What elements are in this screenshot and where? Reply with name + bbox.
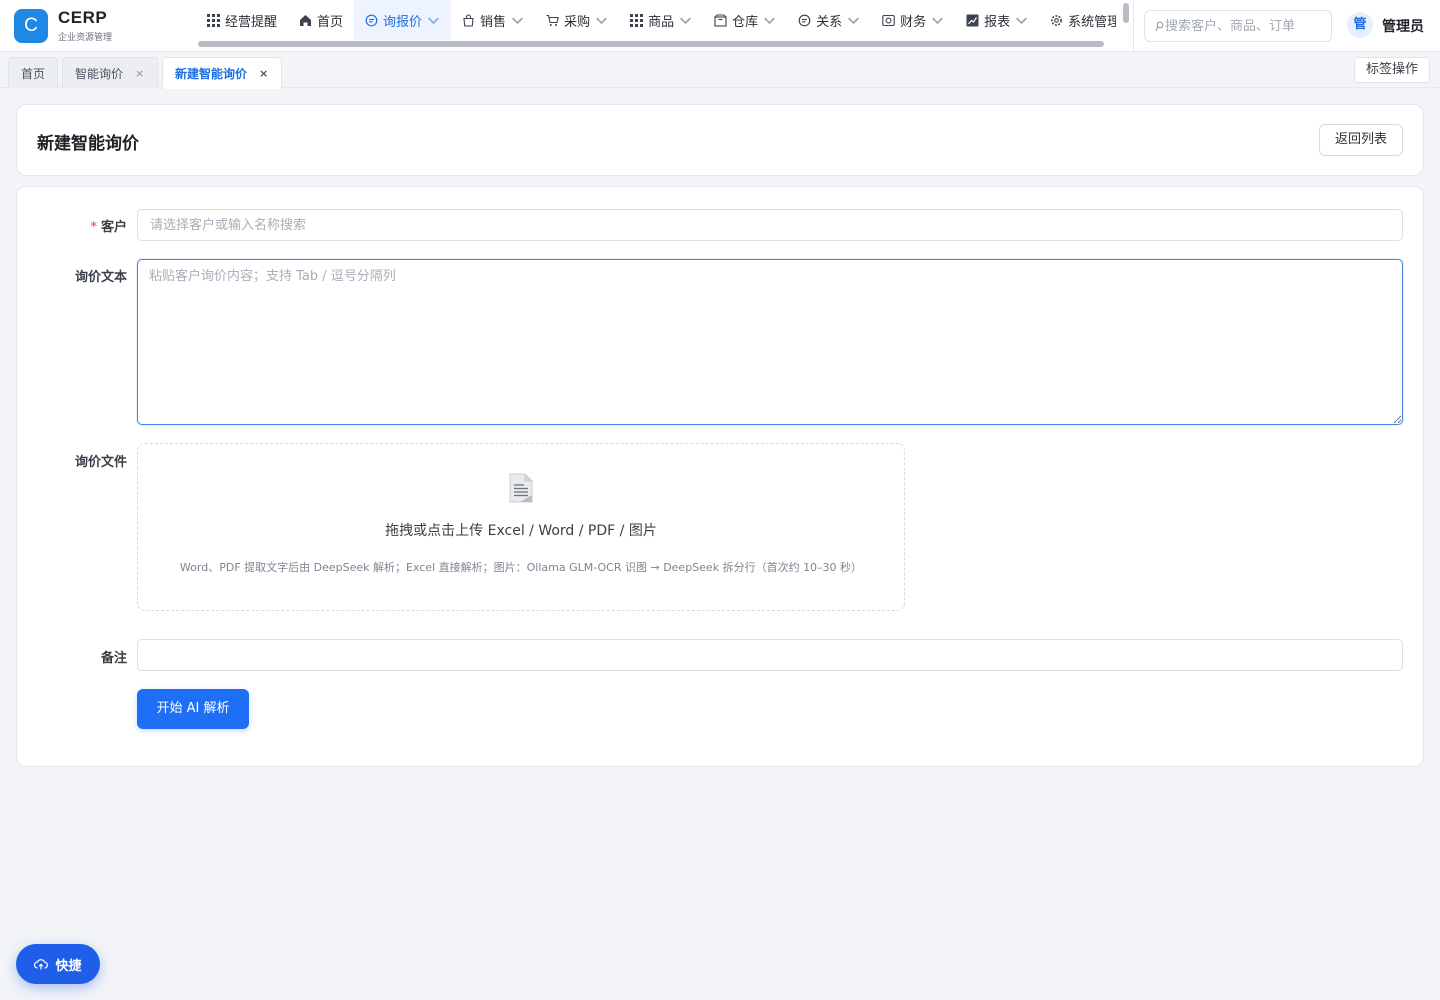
chevron-down-icon [848,16,860,24]
cloud-icon [34,959,49,970]
nav-item-label: 销售 [480,14,507,30]
nav-item-relations[interactable]: 关系 [787,0,871,40]
remark-input[interactable] [137,639,1403,671]
nav-horizontal-scrollbar[interactable] [196,40,1108,48]
tab-new-smart-inquiry[interactable]: 新建智能询价 × [162,57,282,89]
nav-item-reminders[interactable]: 经营提醒 [196,0,288,40]
chevron-down-icon [596,16,608,24]
page-header-card: 新建智能询价 返回列表 [16,104,1424,176]
nav-item-label: 采购 [564,14,591,30]
tab-label: 首页 [21,66,46,81]
warehouse-icon [714,13,727,27]
nav-item-label: 仓库 [732,14,759,30]
back-to-list-button[interactable]: 返回列表 [1319,124,1403,156]
nav-item-label: 经营提醒 [225,14,278,30]
chat-icon [798,14,811,26]
quick-label: 快捷 [55,958,82,974]
gear-icon [1051,14,1063,26]
nav-vertical-scrollbar[interactable] [1123,3,1129,23]
remark-label: 备注 [100,651,127,666]
chevron-down-icon [680,16,692,24]
bag-icon [463,13,474,27]
chevron-down-icon [1016,16,1028,24]
close-icon[interactable]: × [135,67,144,80]
nav-item-label: 首页 [317,14,344,30]
tab-operations-button[interactable]: 标签操作 [1354,57,1430,83]
required-mark: * [90,220,97,235]
chat-icon [365,14,378,26]
chevron-down-icon [932,16,944,24]
user-name[interactable]: 管理员 [1382,16,1424,36]
document-icon [509,473,533,503]
nav-item-label: 财务 [900,14,927,30]
inquiry-text-area[interactable] [137,259,1403,425]
search-icon [1155,21,1164,31]
nav-item-inquiry[interactable]: 询报价 [354,0,452,40]
grid-icon [630,13,644,27]
nav-item-label: 询报价 [383,14,423,30]
avatar[interactable]: 管 [1347,12,1373,38]
home-icon [300,14,312,26]
nav-item-label: 关系 [816,14,843,30]
page-title: 新建智能询价 [37,134,139,154]
chart-icon [966,14,979,26]
nav-item-finance[interactable]: 财务 [871,0,955,40]
tab-label: 智能询价 [75,66,124,81]
top-bar: C CERP 企业资源管理 经营提醒 首页 询报价 销售 采购 商品 仓库 关系… [0,0,1440,52]
brand-subtitle: 企业资源管理 [58,33,113,43]
scrollbar-thumb[interactable] [198,41,1104,47]
nav-item-reports[interactable]: 报表 [955,0,1039,40]
tab-smart-inquiry[interactable]: 智能询价 × [62,57,158,88]
main-nav: 经营提醒 首页 询报价 销售 采购 商品 仓库 关系 财务 报表 系统管理 [196,0,1116,40]
nav-item-system[interactable]: 系统管理 [1039,0,1116,40]
nav-item-home[interactable]: 首页 [288,0,354,40]
chevron-down-icon [428,16,439,24]
global-search[interactable] [1144,10,1332,42]
file-upload-dropzone[interactable]: 拖拽或点击上传 Excel / Word / PDF / 图片 Word、PDF… [137,443,905,611]
inquiry-text-label: 询价文本 [74,270,127,285]
inquiry-form-card: *客户 询价文本 询价文件 拖拽或点击上传 Excel / Word / PDF… [16,186,1424,767]
grid-icon [207,13,220,27]
chevron-down-icon [764,16,776,24]
divider [1133,0,1134,52]
close-icon[interactable]: × [259,67,268,80]
customer-label: * 客户 [17,216,127,235]
finance-icon [882,14,895,26]
nav-item-sales[interactable]: 销售 [451,0,535,40]
customer-label-text: 客户 [100,220,127,235]
customer-select-input[interactable] [137,209,1403,241]
nav-item-label: 商品 [648,14,675,30]
upload-title: 拖拽或点击上传 Excel / Word / PDF / 图片 [385,523,657,539]
cart-icon [546,14,559,26]
start-ai-parse-button[interactable]: 开始 AI 解析 [137,689,249,729]
chevron-down-icon [512,16,524,24]
nav-item-label: 报表 [984,14,1011,30]
inquiry-file-label: 询价文件 [74,455,127,470]
nav-item-purchase[interactable]: 采购 [535,0,619,40]
quick-actions-button[interactable]: 快捷 [16,944,100,984]
app-logo[interactable]: C [14,9,48,43]
upload-hint: Word、PDF 提取文字后由 DeepSeek 解析；Excel 直接解析；图… [179,561,863,574]
nav-item-warehouse[interactable]: 仓库 [703,0,787,40]
search-input[interactable] [1165,18,1325,34]
tabs-bar: 首页 智能询价 × 新建智能询价 × 标签操作 [0,52,1440,89]
nav-item-products[interactable]: 商品 [619,0,703,40]
brand-title: CERP [58,8,108,27]
nav-item-label: 系统管理 [1068,14,1116,30]
tab-label: 新建智能询价 [175,67,248,81]
tab-home[interactable]: 首页 [8,57,58,88]
